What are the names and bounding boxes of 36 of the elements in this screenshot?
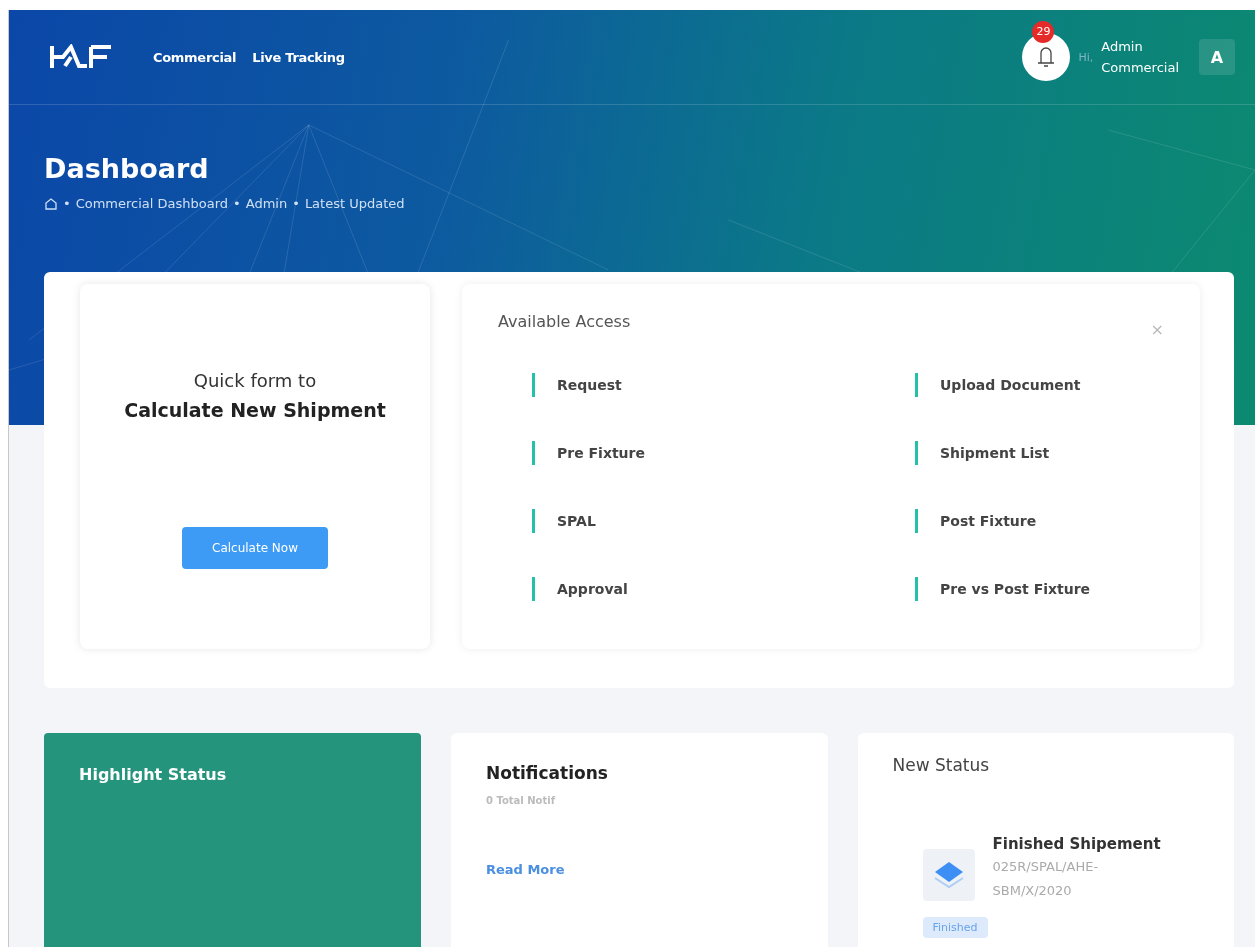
card-title: New Status xyxy=(892,755,991,775)
nav-link[interactable]: Commercial xyxy=(153,49,237,65)
page-title: Dashboard xyxy=(44,153,210,184)
access-link[interactable]: SPAL xyxy=(532,509,915,533)
notification-badge: 29 xyxy=(1032,21,1055,43)
quick-form-subtitle: Quick form to xyxy=(193,370,317,391)
greeting-text: Hi, xyxy=(1078,50,1094,64)
breadcrumb-item[interactable]: Commercial Dashboard xyxy=(75,196,229,211)
avatar-button[interactable]: A xyxy=(1199,39,1235,75)
breadcrumb-separator: • xyxy=(63,196,71,211)
logo-icon[interactable] xyxy=(49,44,113,70)
card-title: Available Access xyxy=(498,312,631,331)
user-name: Admin xyxy=(1101,38,1144,56)
card-title: Highlight Status xyxy=(79,765,228,784)
access-link[interactable]: Request xyxy=(532,373,915,397)
home-icon[interactable] xyxy=(44,196,58,211)
quick-form-title: Calculate New Shipment xyxy=(124,399,386,421)
card-title: Notifications xyxy=(486,763,609,783)
access-link[interactable]: Shipment List xyxy=(915,441,1164,465)
layers-icon xyxy=(922,849,975,901)
breadcrumb-item[interactable]: Latest Updated xyxy=(304,196,405,211)
access-link[interactable]: Pre Fixture xyxy=(532,441,915,465)
access-link[interactable]: Post Fixture xyxy=(915,509,1164,533)
status-badge: Finished xyxy=(922,917,988,938)
access-link[interactable]: Pre vs Post Fixture xyxy=(915,577,1164,601)
user-role: Commercial xyxy=(1101,59,1179,77)
status-code: 025R/SPAL/AHE-SBM/X/2020 xyxy=(992,858,1100,900)
access-link[interactable]: Upload Document xyxy=(915,373,1164,397)
breadcrumb-separator: • xyxy=(233,196,241,211)
breadcrumb-separator: • xyxy=(292,196,300,211)
breadcrumb-item[interactable]: Admin xyxy=(245,196,288,211)
notification-button[interactable] xyxy=(1022,33,1071,81)
nav-link[interactable]: Live Tracking xyxy=(252,49,345,65)
notification-count: 0 Total Notif xyxy=(486,795,557,806)
access-link[interactable]: Approval xyxy=(532,577,915,601)
status-title: Finished Shipement xyxy=(992,835,1161,853)
